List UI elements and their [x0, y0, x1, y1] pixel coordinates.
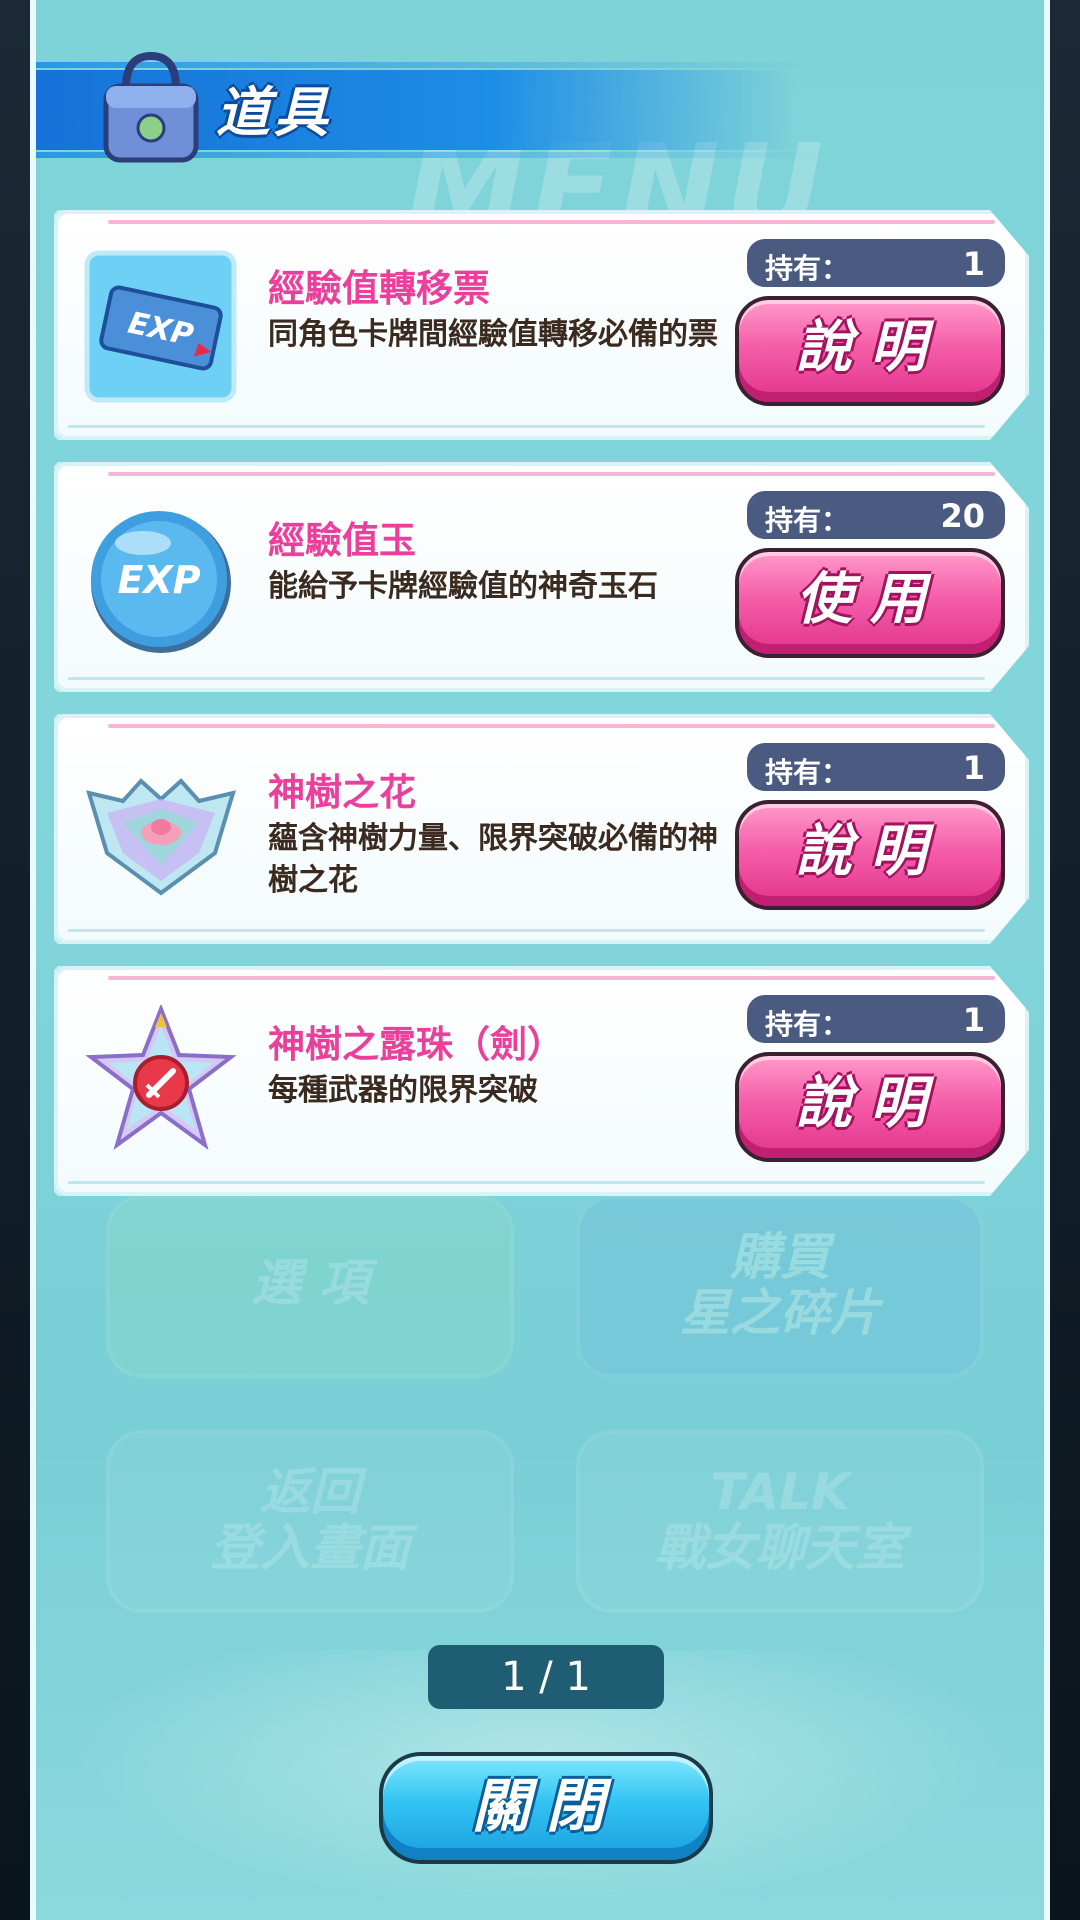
owned-count: 1: [962, 1001, 985, 1039]
card-accent-line: [68, 425, 985, 428]
page-title: 道具: [216, 81, 332, 144]
owned-count: 1: [962, 749, 985, 787]
background-tile-shop: 購買 星之碎片: [576, 1195, 984, 1378]
owned-count-box: 持有： 1: [747, 743, 1005, 791]
background-tile-label: TALK 戰女聊天室: [655, 1463, 905, 1577]
svg-text:EXP: EXP: [117, 558, 200, 602]
card-accent-line: [68, 1181, 985, 1184]
item-card: 神樹之露珠（劍） 每種武器的限界突破 持有： 1 說明: [54, 966, 1029, 1196]
frame-edge-right: [1050, 0, 1080, 1920]
owned-count-box: 持有： 1: [747, 239, 1005, 287]
item-description: 同角色卡牌間經驗值轉移必備的票: [268, 317, 718, 352]
background-tile-label: 返回 登入畫面: [210, 1463, 410, 1577]
description-button[interactable]: 說明: [735, 800, 1005, 910]
owned-label: 持有：: [765, 756, 850, 789]
card-accent-line: [108, 976, 995, 980]
owned-label: 持有：: [765, 504, 850, 537]
sword-dewdrop-icon: [85, 1005, 237, 1151]
item-name: 經驗值轉移票: [268, 267, 490, 310]
bag-icon: [103, 51, 199, 163]
item-description: 每種武器的限界突破: [268, 1073, 538, 1108]
card-accent-line: [68, 677, 985, 680]
exp-orb-icon: EXP: [91, 511, 231, 653]
item-name: 經驗值玉: [268, 519, 416, 562]
page-indicator: 1 / 1: [428, 1645, 664, 1709]
item-card: EXP 經驗值轉移票 同角色卡牌間經驗值轉移必備的票 持有： 1 說明: [54, 210, 1029, 440]
owned-count: 20: [940, 497, 985, 535]
card-accent-line: [108, 724, 995, 728]
background-tile-talk: TALK 戰女聊天室: [576, 1430, 984, 1613]
description-button[interactable]: 說明: [735, 296, 1005, 406]
use-button[interactable]: 使用: [735, 548, 1005, 658]
items-panel: MENU 選 項 購買 星之碎片 返回 登入畫面 TALK 戰女聊天室 道具 E…: [30, 0, 1050, 1920]
background-tile-label: 購買 星之碎片: [680, 1228, 880, 1342]
item-name: 神樹之露珠（劍）: [268, 1023, 564, 1066]
card-accent-line: [108, 472, 995, 476]
sacred-tree-flower-icon: [86, 778, 236, 896]
description-button[interactable]: 說明: [735, 1052, 1005, 1162]
close-button[interactable]: 關閉: [379, 1752, 713, 1864]
item-name: 神樹之花: [268, 771, 416, 814]
frame-edge-left: [0, 0, 30, 1920]
background-tile-options: 選 項: [106, 1195, 514, 1378]
owned-count-box: 持有： 1: [747, 995, 1005, 1043]
item-description: 蘊含神樹力量、限界突破必備的神樹之花: [268, 821, 718, 898]
background-tile-logout: 返回 登入畫面: [106, 1430, 514, 1613]
item-card: EXP 經驗值玉 能給予卡牌經驗值的神奇玉石 持有： 20 使用: [54, 462, 1029, 692]
owned-count: 1: [962, 245, 985, 283]
owned-count-box: 持有： 20: [747, 491, 1005, 539]
background-tile-label: 選 項: [251, 1254, 369, 1312]
exp-ticket-icon: EXP: [84, 250, 237, 403]
card-accent-line: [68, 929, 985, 932]
item-card: 神樹之花 蘊含神樹力量、限界突破必備的神樹之花 持有： 1 說明: [54, 714, 1029, 944]
owned-label: 持有：: [765, 252, 850, 285]
card-accent-line: [108, 220, 995, 224]
item-description: 能給予卡牌經驗值的神奇玉石: [268, 569, 658, 604]
owned-label: 持有：: [765, 1008, 850, 1041]
